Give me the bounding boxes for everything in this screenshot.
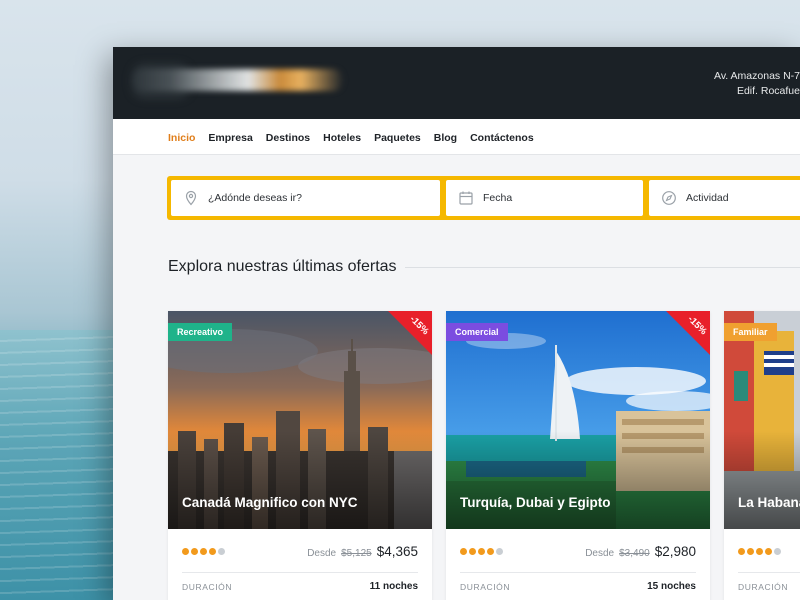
- section-divider: [405, 267, 800, 268]
- category-badge: Comercial: [446, 323, 508, 341]
- card-divider: [738, 572, 800, 573]
- category-badge: Familiar: [724, 323, 777, 341]
- nav-item-destinos[interactable]: Destinos: [266, 132, 310, 144]
- rating-dot: [218, 548, 225, 555]
- nav-item-blog[interactable]: Blog: [434, 132, 457, 144]
- card-divider: [182, 572, 418, 573]
- duration-value: 11 noches: [369, 581, 418, 592]
- search-bar: ¿Adónde deseas ir? Fecha Actividad: [167, 176, 800, 220]
- star-rating: [460, 548, 503, 555]
- category-badge: Recreativo: [168, 323, 233, 341]
- nav-item-hoteles[interactable]: Hoteles: [323, 132, 361, 144]
- main-nav: Inicio Empresa Destinos Hoteles Paquetes…: [113, 119, 800, 155]
- price-row: Desde $5,125 $4,365: [307, 544, 418, 559]
- address-line-2: Edif. Rocafue: [736, 85, 800, 97]
- nav-item-contactenos[interactable]: Contáctenos: [470, 132, 534, 144]
- current-price: $2,980: [654, 544, 696, 559]
- current-price: $4,365: [376, 544, 418, 559]
- calendar-icon: [458, 190, 474, 206]
- rating-dot: [738, 548, 745, 555]
- rating-dot: [200, 548, 207, 555]
- top-header: Av. Amazonas N-7 Edif. Rocafue: [113, 47, 800, 119]
- date-placeholder: Fecha: [483, 192, 513, 204]
- old-price: $3,490: [619, 548, 650, 559]
- rating-dot: [191, 548, 198, 555]
- duration-label: DURACIÓN: [738, 582, 789, 592]
- activity-field[interactable]: Actividad: [649, 180, 800, 216]
- header-address: Av. Amazonas N-7 Edif. Rocafue: [714, 69, 800, 99]
- from-label: Desde: [307, 548, 337, 559]
- activity-placeholder: Actividad: [686, 192, 729, 204]
- site-logo[interactable]: [127, 57, 347, 105]
- discount-ribbon: -15%: [388, 311, 432, 355]
- duration-value: 15 noches: [647, 581, 696, 592]
- rating-dot: [478, 548, 485, 555]
- browser-window: Av. Amazonas N-7 Edif. Rocafue Inicio Em…: [113, 47, 800, 600]
- compass-icon: [661, 190, 677, 206]
- rating-dot: [469, 548, 476, 555]
- destination-field[interactable]: ¿Adónde deseas ir?: [171, 180, 440, 216]
- destination-placeholder: ¿Adónde deseas ir?: [208, 192, 302, 204]
- rating-dot: [756, 548, 763, 555]
- discount-ribbon: -15%: [666, 311, 710, 355]
- star-rating: [182, 548, 225, 555]
- duration-label: DURACIÓN: [460, 582, 511, 592]
- nav-item-inicio[interactable]: Inicio: [168, 132, 195, 144]
- offer-title[interactable]: Canadá Magnifico con NYC: [182, 495, 358, 510]
- rating-dot: [496, 548, 503, 555]
- section-title: Explora nuestras últimas ofertas: [168, 258, 397, 275]
- rating-dot: [765, 548, 772, 555]
- duration-label: DURACIÓN: [182, 582, 233, 592]
- rating-dot: [747, 548, 754, 555]
- offer-card-canada[interactable]: Recreativo -15% Canadá Magnifico con NYC…: [168, 311, 432, 600]
- offer-card-turquia[interactable]: Comercial -15% Turquía, Dubai y Egipto D…: [446, 311, 710, 600]
- rating-dot: [209, 548, 216, 555]
- rating-dot: [460, 548, 467, 555]
- card-divider: [460, 572, 696, 573]
- old-price: $5,125: [341, 548, 372, 559]
- offer-card-habana[interactable]: Familiar La Habana DURACIÓN: [724, 311, 800, 600]
- date-field[interactable]: Fecha: [446, 180, 643, 216]
- map-pin-icon: [183, 190, 199, 206]
- nav-item-paquetes[interactable]: Paquetes: [374, 132, 421, 144]
- offer-title[interactable]: Turquía, Dubai y Egipto: [460, 495, 611, 510]
- address-line-1: Av. Amazonas N-7: [714, 70, 800, 82]
- from-label: Desde: [585, 548, 615, 559]
- rating-dot: [774, 548, 781, 555]
- rating-dot: [487, 548, 494, 555]
- star-rating: [738, 548, 781, 555]
- nav-item-empresa[interactable]: Empresa: [208, 132, 252, 144]
- offer-title[interactable]: La Habana: [738, 495, 800, 510]
- price-row: Desde $3,490 $2,980: [585, 544, 696, 559]
- rating-dot: [182, 548, 189, 555]
